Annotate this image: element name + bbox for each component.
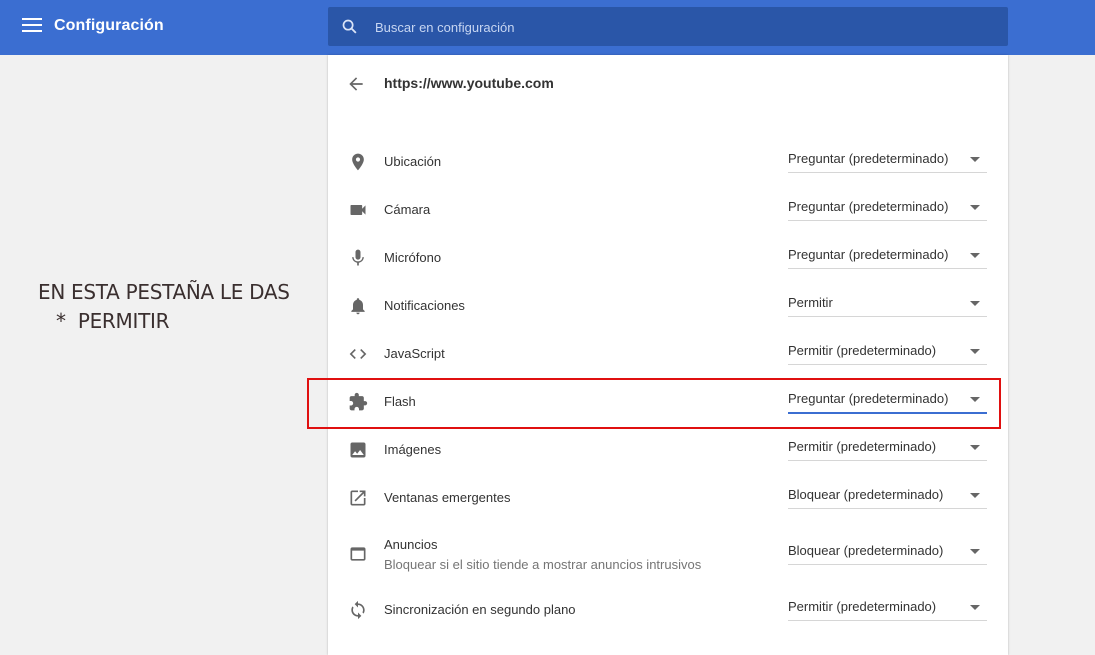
permission-select-notifications[interactable]: Permitir <box>788 290 987 317</box>
search-input[interactable] <box>373 7 997 48</box>
permission-label: JavaScript <box>384 346 445 361</box>
permission-label: Flash <box>384 394 416 409</box>
permission-row-camera: Cámara Preguntar (predeterminado) <box>328 186 1008 234</box>
permission-label: Imágenes <box>384 442 442 457</box>
dropdown-caret-icon <box>970 253 980 258</box>
dropdown-caret-icon <box>970 549 980 554</box>
dropdown-caret-icon <box>970 301 980 306</box>
permission-label: Sincronización en segundo plano <box>384 602 576 617</box>
permission-label: Ventanas emergentes <box>384 490 511 505</box>
permission-label: Notificaciones <box>384 298 465 313</box>
permission-description: Bloquear si el sitio tiende a mostrar an… <box>384 557 702 572</box>
dropdown-caret-icon <box>970 205 980 210</box>
permission-select-ads[interactable]: Bloquear (predeterminado) <box>788 538 987 565</box>
annotation-note: EN ESTA PESTAÑA LE DAS * PERMITIR <box>38 278 290 336</box>
select-value: Permitir <box>788 295 833 310</box>
dropdown-caret-icon <box>970 605 980 610</box>
select-value: Preguntar (predeterminado) <box>788 199 949 214</box>
permission-label: Cámara <box>384 202 431 217</box>
permission-label: Micrófono <box>384 250 442 265</box>
permission-row-notifications: Notificaciones Permitir <box>328 282 1008 330</box>
image-icon <box>350 442 366 458</box>
permission-select-flash[interactable]: Preguntar (predeterminado) <box>788 386 987 414</box>
annotation-line-2: * PERMITIR <box>56 309 170 333</box>
site-settings-card: https://www.youtube.com Ubicación Pregun… <box>328 55 1008 655</box>
permission-row-popups: Ventanas emergentes Bloquear (predetermi… <box>328 474 1008 522</box>
back-arrow-icon[interactable] <box>346 74 366 94</box>
sync-icon <box>351 600 365 620</box>
permission-row-images: Imágenes Permitir (predeterminado) <box>328 426 1008 474</box>
permission-select-background-sync[interactable]: Permitir (predeterminado) <box>788 594 987 621</box>
permission-row-microphone: Micrófono Preguntar (predeterminado) <box>328 234 1008 282</box>
site-url: https://www.youtube.com <box>384 75 554 91</box>
select-value: Preguntar (predeterminado) <box>788 391 949 406</box>
permission-row-location: Ubicación Preguntar (predeterminado) <box>328 138 1008 186</box>
top-bar: Configuración <box>0 0 1095 55</box>
code-brackets-icon <box>349 349 367 359</box>
dropdown-caret-icon <box>970 349 980 354</box>
select-value: Permitir (predeterminado) <box>788 439 937 454</box>
select-value: Permitir (predeterminado) <box>788 599 937 614</box>
search-box[interactable] <box>328 7 1008 48</box>
page-title: Configuración <box>54 17 164 34</box>
microphone-icon <box>352 249 364 266</box>
dropdown-caret-icon <box>970 445 980 450</box>
video-camera-icon <box>350 205 366 215</box>
permission-select-location[interactable]: Preguntar (predeterminado) <box>788 146 987 173</box>
select-value: Bloquear (predeterminado) <box>788 543 944 558</box>
permission-label: Ubicación <box>384 154 442 169</box>
permission-select-microphone[interactable]: Preguntar (predeterminado) <box>788 242 987 269</box>
permission-select-javascript[interactable]: Permitir (predeterminado) <box>788 338 987 365</box>
dropdown-caret-icon <box>970 397 980 402</box>
select-value: Preguntar (predeterminado) <box>788 247 949 262</box>
select-value: Bloquear (predeterminado) <box>788 487 944 502</box>
permission-row-flash: Flash Preguntar (predeterminado) <box>328 378 1008 426</box>
browser-window-icon <box>350 547 366 561</box>
puzzle-piece-icon <box>349 392 368 411</box>
location-pin-icon <box>352 153 364 171</box>
permission-label: Anuncios <box>384 537 438 552</box>
annotation-line-1: EN ESTA PESTAÑA LE DAS <box>38 280 290 304</box>
select-value: Preguntar (predeterminado) <box>788 151 949 166</box>
permission-select-camera[interactable]: Preguntar (predeterminado) <box>788 194 987 221</box>
permission-row-ads: Anuncios Bloquear si el sitio tiende a m… <box>328 530 1008 578</box>
permission-row-background-sync: Sincronización en segundo plano Permitir… <box>328 586 1008 634</box>
bell-icon <box>351 298 365 315</box>
search-icon <box>342 19 357 34</box>
dropdown-caret-icon <box>970 157 980 162</box>
dropdown-caret-icon <box>970 493 980 498</box>
open-in-new-icon <box>350 490 366 506</box>
select-value: Permitir (predeterminado) <box>788 343 937 358</box>
permission-select-popups[interactable]: Bloquear (predeterminado) <box>788 482 987 509</box>
permission-select-images[interactable]: Permitir (predeterminado) <box>788 434 987 461</box>
hamburger-menu-icon[interactable] <box>22 18 42 36</box>
permission-row-javascript: JavaScript Permitir (predeterminado) <box>328 330 1008 378</box>
